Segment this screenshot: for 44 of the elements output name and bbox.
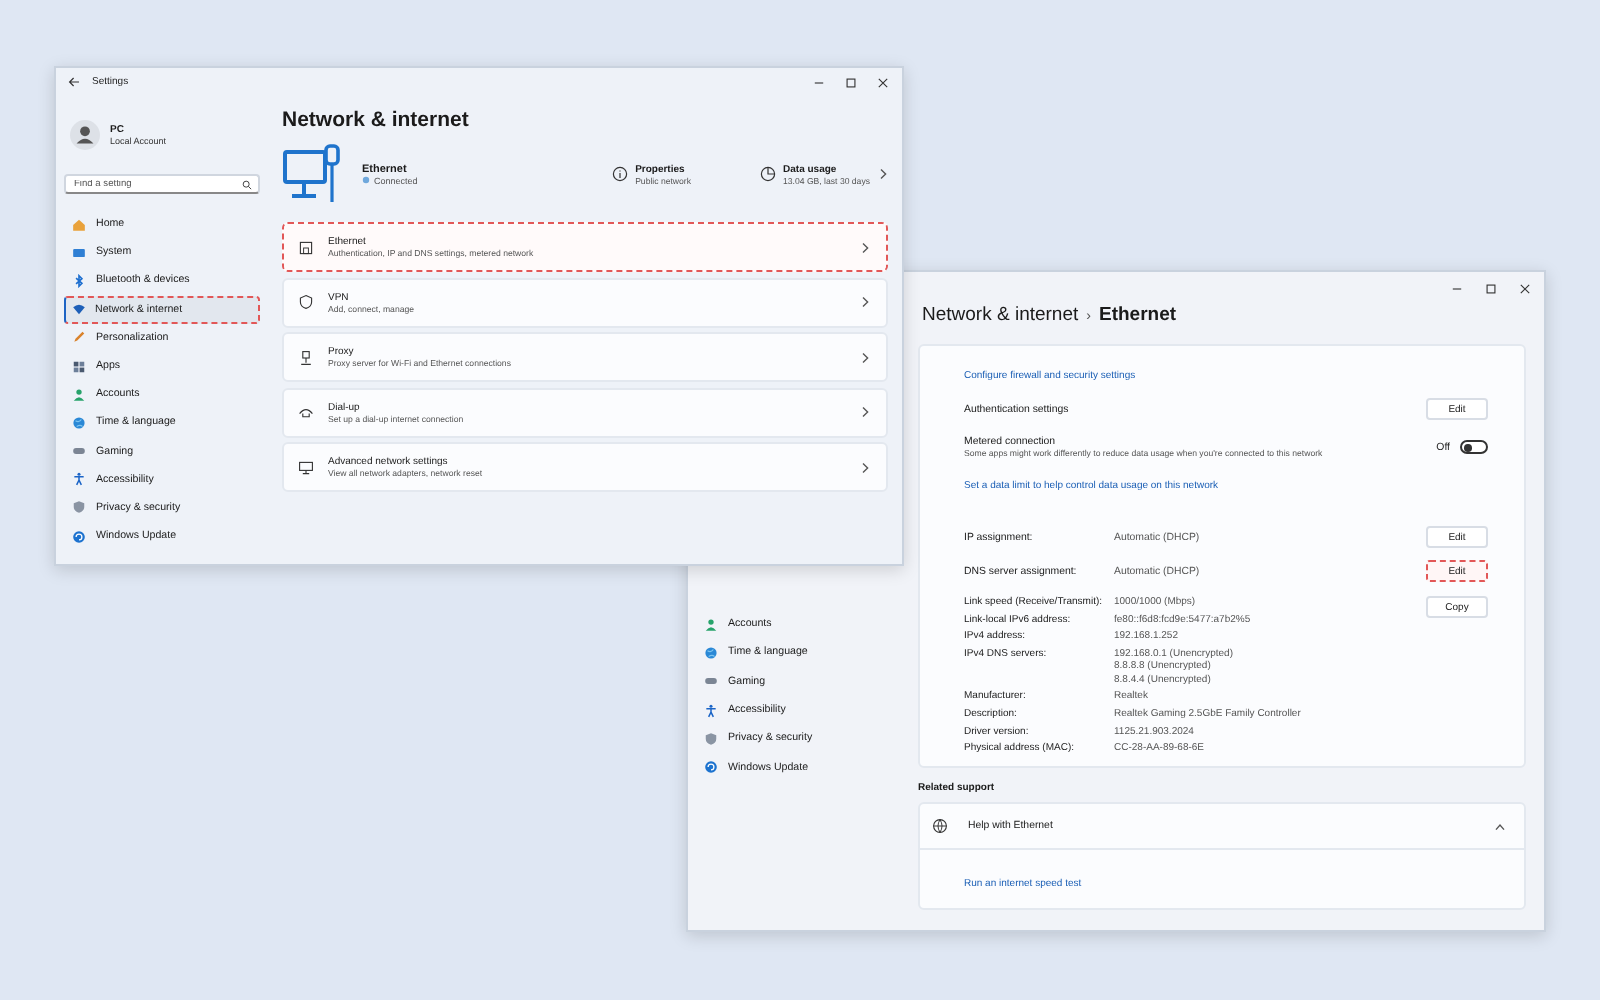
- pie-chart-icon[interactable]: [759, 166, 776, 182]
- wifi-icon: [71, 302, 85, 317]
- chevron-right-icon: [878, 168, 888, 180]
- page-title: Ethernet: [1099, 304, 1177, 326]
- search-icon: [242, 179, 252, 189]
- ethernet-icon: [298, 239, 314, 255]
- person-icon: [704, 617, 718, 632]
- status-dot-icon: [362, 176, 370, 184]
- shield-icon: [704, 731, 718, 746]
- accessibility-icon: [704, 703, 718, 718]
- update-icon: [72, 529, 86, 544]
- chevron-right-icon: [860, 461, 870, 473]
- chevron-right-icon: [860, 296, 870, 308]
- page-heading: Network & internet: [282, 108, 471, 132]
- bluetooth-icon: [72, 273, 86, 288]
- globe-icon: [932, 818, 948, 835]
- maximize-icon[interactable]: [1484, 281, 1498, 295]
- dial-up-icon: [298, 404, 314, 420]
- person-icon: [72, 387, 86, 402]
- apps-icon: [72, 359, 86, 374]
- accessibility-icon: [72, 472, 86, 487]
- globe-icon: [72, 415, 86, 430]
- close-icon[interactable]: [1518, 281, 1532, 295]
- chevron-right-icon: [860, 351, 870, 363]
- back-arrow-icon[interactable]: [68, 76, 80, 88]
- shield-icon: [298, 294, 314, 310]
- update-icon: [704, 760, 718, 775]
- proxy-icon: [298, 349, 314, 365]
- monitor-icon: [72, 245, 86, 260]
- home-icon: [72, 217, 86, 232]
- monitor-cable-icon: [282, 142, 346, 206]
- network-monitor-icon: [298, 459, 314, 475]
- pencil-icon: [72, 330, 86, 345]
- maximize-icon[interactable]: [844, 75, 858, 89]
- close-icon[interactable]: [876, 75, 890, 89]
- info-icon[interactable]: [611, 166, 628, 182]
- shield-icon: [72, 500, 86, 515]
- chevron-right-icon: [860, 406, 870, 418]
- chevron-right-icon: [860, 241, 870, 253]
- toggle-switch[interactable]: [1460, 440, 1488, 454]
- globe-icon: [704, 645, 718, 660]
- breadcrumb-link[interactable]: Network & internet: [922, 304, 1079, 326]
- avatar-icon: [70, 119, 100, 149]
- chevron-up-icon[interactable]: [1494, 821, 1506, 832]
